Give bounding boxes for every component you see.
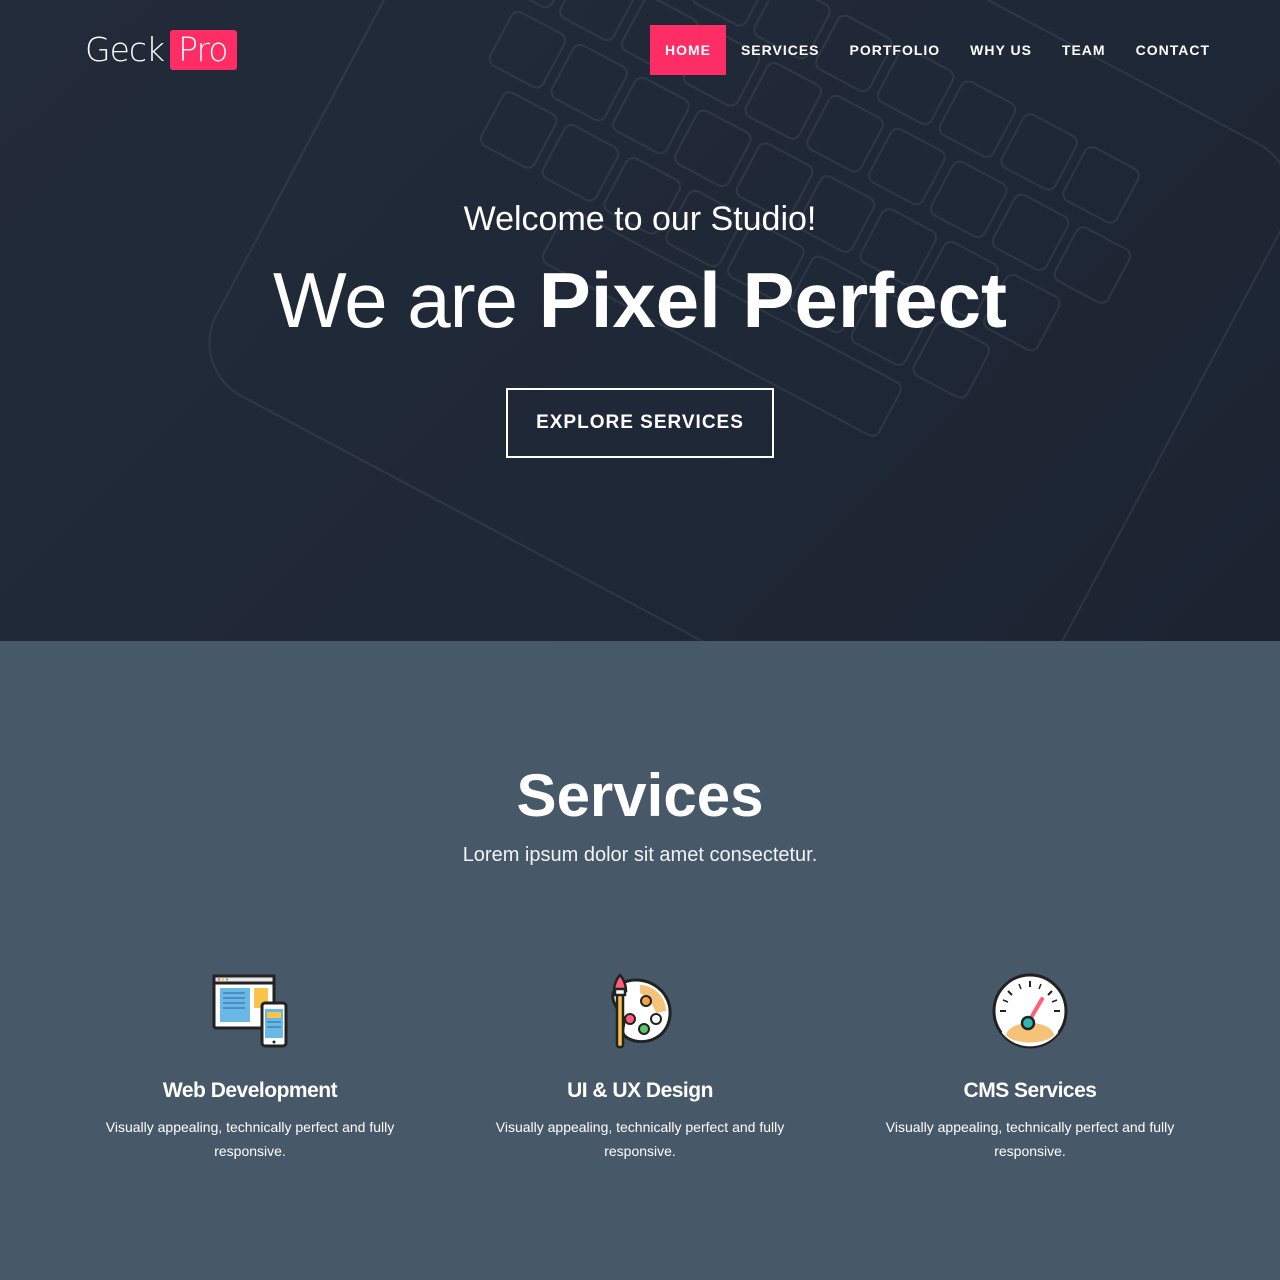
logo-badge: Pro bbox=[170, 30, 237, 70]
hero-content: Welcome to our Studio! We are Pixel Perf… bbox=[0, 195, 1280, 458]
service-card-cms-services: CMS Services Visually appealing, technic… bbox=[835, 971, 1225, 1163]
speedometer-icon bbox=[992, 973, 1068, 1049]
service-title: UI & UX Design bbox=[567, 1079, 713, 1102]
nav-item-services[interactable]: SERVICES bbox=[726, 25, 835, 75]
hero-subtitle: Welcome to our Studio! bbox=[463, 200, 817, 238]
nav-item-home[interactable]: HOME bbox=[649, 25, 726, 75]
logo[interactable]: Geck Pro bbox=[85, 30, 237, 70]
services-title: Services bbox=[516, 762, 764, 829]
hero-section: Geck Pro HOME SERVICES PORTFOLIO WHY US … bbox=[0, 0, 1280, 641]
service-title: Web Development bbox=[162, 1079, 338, 1102]
palette-icon bbox=[611, 973, 672, 1049]
logo-text: Geck bbox=[85, 30, 165, 69]
nav-item-team[interactable]: TEAM bbox=[1047, 25, 1121, 75]
service-description: Visually appealing, technically perfect … bbox=[885, 1119, 1175, 1159]
service-description: Visually appealing, technically perfect … bbox=[495, 1119, 785, 1159]
hero-title-bold: Pixel Perfect bbox=[538, 256, 1007, 344]
explore-services-button[interactable]: EXPLORE SERVICES bbox=[506, 388, 774, 458]
hero-title-light: We are bbox=[273, 256, 518, 344]
main-nav: HOME SERVICES PORTFOLIO WHY US TEAM CONT… bbox=[649, 25, 1225, 75]
service-card-ui-ux-design: UI & UX Design Visually appealing, techn… bbox=[445, 971, 835, 1163]
nav-item-portfolio[interactable]: PORTFOLIO bbox=[835, 25, 956, 75]
web-development-icon bbox=[212, 974, 288, 1048]
services-section: Services Lorem ipsum dolor sit amet cons… bbox=[0, 641, 1280, 1280]
navbar: Geck Pro HOME SERVICES PORTFOLIO WHY US … bbox=[0, 0, 1280, 100]
services-list: Web Development Visually appealing, tech… bbox=[0, 971, 1280, 1163]
nav-item-contact[interactable]: CONTACT bbox=[1121, 25, 1225, 75]
nav-item-why-us[interactable]: WHY US bbox=[955, 25, 1047, 75]
hero-title: We are Pixel Perfect bbox=[0, 255, 1280, 345]
service-title: CMS Services bbox=[963, 1079, 1097, 1102]
services-subtitle: Lorem ipsum dolor sit amet consectetur. bbox=[462, 844, 818, 866]
service-card-web-development: Web Development Visually appealing, tech… bbox=[55, 971, 445, 1163]
service-description: Visually appealing, technically perfect … bbox=[105, 1119, 395, 1159]
